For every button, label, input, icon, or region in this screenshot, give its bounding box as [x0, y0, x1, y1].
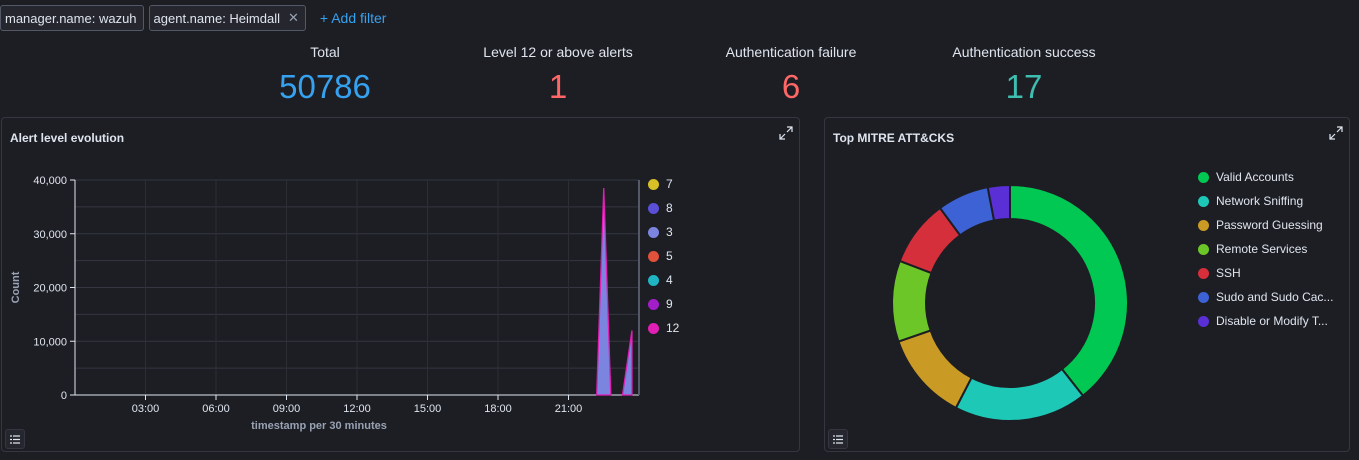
legend-label: Password Guessing [1216, 218, 1323, 232]
legend-swatch [648, 322, 659, 334]
x-tick-label: 18:00 [484, 403, 512, 415]
filter-bar: manager.name: wazuh agent.name: Heimdall… [0, 4, 386, 32]
legend-swatch [1198, 171, 1209, 183]
filter-pill-manager[interactable]: manager.name: wazuh [0, 5, 144, 31]
x-axis-label: timestamp per 30 minutes [251, 420, 387, 432]
legend-label: Remote Services [1216, 242, 1308, 256]
legend-item[interactable]: SSH [1198, 261, 1343, 285]
legend-swatch [1198, 267, 1209, 279]
filter-pill-agent[interactable]: agent.name: Heimdall ✕ [148, 5, 306, 31]
legend-label: Sudo and Sudo Cac... [1216, 290, 1334, 304]
metric-auth-failure: Authentication failure 6 [681, 44, 901, 106]
legend-label: Valid Accounts [1216, 170, 1294, 184]
expand-icon[interactable] [779, 126, 793, 140]
legend-swatch [648, 202, 659, 214]
legend-toggle-button[interactable] [5, 429, 25, 449]
metric-label: Total [310, 44, 340, 60]
legend-swatch [648, 226, 659, 238]
legend-label: Disable or Modify T... [1216, 314, 1328, 328]
metric-label: Authentication success [952, 44, 1096, 60]
legend-label: 5 [666, 249, 673, 263]
legend-label: 9 [666, 297, 673, 311]
list-icon [10, 434, 20, 444]
y-tick-label: 40,000 [33, 175, 67, 187]
legend-item[interactable]: 5 [648, 244, 679, 268]
panel-title: Top MITRE ATT&CKS [833, 131, 955, 145]
chart-legend: Valid Accounts Network Sniffing Password G… [1198, 165, 1343, 333]
legend-item[interactable]: 12 [648, 316, 679, 340]
legend-swatch [1198, 243, 1209, 255]
expand-icon[interactable] [1329, 126, 1343, 140]
legend-label: 12 [666, 321, 680, 335]
filter-pill-label: agent.name: Heimdall [153, 10, 280, 26]
list-icon [833, 434, 843, 444]
legend-toggle-button[interactable] [828, 429, 848, 449]
legend-item[interactable]: Disable or Modify T... [1198, 309, 1343, 333]
metric-label: Level 12 or above alerts [483, 44, 633, 60]
legend-item[interactable]: 4 [648, 268, 679, 292]
close-icon[interactable]: ✕ [288, 10, 299, 26]
legend-label: 3 [666, 225, 673, 239]
metric-auth-success: Authentication success 17 [914, 44, 1134, 106]
area-series-3 [621, 330, 633, 396]
y-tick-label: 0 [61, 390, 67, 402]
legend-item[interactable]: Sudo and Sudo Cac... [1198, 285, 1343, 309]
donut-slice[interactable] [1009, 183, 1129, 398]
legend-item[interactable]: 8 [648, 196, 679, 220]
legend-item[interactable]: Remote Services [1198, 237, 1343, 261]
legend-swatch [1198, 219, 1209, 231]
legend-item[interactable]: Valid Accounts [1198, 165, 1343, 189]
legend-swatch [648, 178, 659, 190]
metric-value: 17 [1005, 68, 1043, 105]
legend-item[interactable]: 9 [648, 292, 679, 316]
metric-label: Authentication failure [725, 44, 857, 60]
legend-label: 7 [666, 177, 673, 191]
x-tick-label: 06:00 [202, 403, 230, 415]
mitre-panel: Top MITRE ATT&CKS Valid Accounts Network … [824, 117, 1350, 452]
y-tick-label: 10,000 [33, 336, 67, 348]
donut-slice[interactable] [954, 367, 1085, 422]
legend-swatch [648, 298, 659, 310]
mitre-donut-chart [891, 183, 1129, 422]
x-tick-label: 15:00 [414, 403, 442, 415]
legend-swatch [648, 250, 659, 262]
chart-legend: 7 8 3 5 4 9 12 [648, 172, 679, 340]
legend-label: SSH [1216, 266, 1241, 280]
alert-level-chart: 0 10,000 20,000 30,000 40,000 03:00 06:00 09:00… [10, 175, 640, 432]
add-filter-button[interactable]: + Add filter [320, 10, 387, 26]
legend-swatch [1198, 195, 1209, 207]
x-tick-label: 21:00 [555, 403, 583, 415]
legend-swatch [648, 274, 659, 286]
y-tick-label: 30,000 [33, 229, 67, 241]
legend-swatch [1198, 291, 1209, 303]
legend-item[interactable]: 7 [648, 172, 679, 196]
donut-slice[interactable] [897, 329, 973, 410]
y-tick-label: 20,000 [33, 283, 67, 295]
legend-label: Network Sniffing [1216, 194, 1304, 208]
donut-slice[interactable] [891, 259, 933, 343]
metric-value: 50786 [279, 68, 371, 105]
metric-value: 6 [781, 68, 801, 105]
x-tick-label: 03:00 [132, 403, 160, 415]
x-tick-label: 12:00 [343, 403, 371, 415]
area-series-3 [596, 188, 612, 396]
panel-title: Alert level evolution [10, 131, 125, 145]
alert-level-panel: Alert level evolution 0 10,000 20,000 30,00… [1, 117, 800, 452]
legend-item[interactable]: Password Guessing [1198, 213, 1343, 237]
legend-item[interactable]: Network Sniffing [1198, 189, 1343, 213]
legend-label: 8 [666, 201, 673, 215]
y-axis-label: Count [10, 271, 22, 303]
metric-value: 1 [548, 68, 568, 105]
legend-label: 4 [666, 273, 673, 287]
legend-item[interactable]: 3 [648, 220, 679, 244]
metric-level12: Level 12 or above alerts 1 [438, 44, 678, 106]
metric-total: Total 50786 [225, 44, 425, 106]
legend-swatch [1198, 315, 1209, 327]
filter-pill-label: manager.name: wazuh [5, 10, 137, 26]
x-tick-label: 09:00 [273, 403, 301, 415]
